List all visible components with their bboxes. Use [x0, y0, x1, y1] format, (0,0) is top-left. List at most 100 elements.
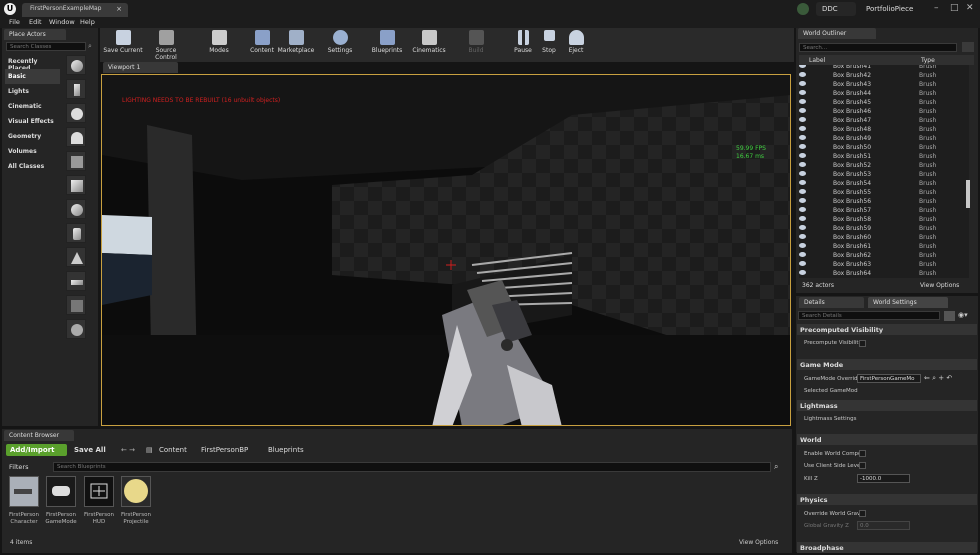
outliner-row[interactable]: Box Brush53 Brush — [799, 170, 969, 179]
actor-trigger-icon[interactable] — [66, 151, 86, 171]
outliner-row[interactable]: Box Brush64 Brush — [799, 269, 969, 278]
eye-icon[interactable] — [799, 243, 806, 248]
override-gravity-checkbox[interactable] — [859, 510, 866, 517]
blueprints-button[interactable]: Blueprints — [367, 30, 407, 60]
outliner-row[interactable]: Box Brush60 Brush — [799, 233, 969, 242]
actor-cube-icon[interactable] — [66, 175, 86, 195]
outliner-settings-icon[interactable] — [962, 42, 974, 52]
outliner-row[interactable]: Box Brush44 Brush — [799, 89, 969, 98]
minimize-icon[interactable]: – — [934, 3, 939, 13]
eye-icon[interactable] — [799, 234, 806, 239]
actor-spot-light-icon[interactable] — [66, 127, 86, 147]
tab-content-browser[interactable]: Content Browser — [4, 430, 74, 441]
search-classes-input[interactable]: Search Classes — [6, 42, 86, 51]
outliner-row[interactable]: Box Brush47 Brush — [799, 116, 969, 125]
cinematics-button[interactable]: Cinematics — [409, 30, 449, 60]
actor-point-light-icon[interactable] — [66, 103, 86, 123]
eye-icon[interactable] — [799, 252, 806, 257]
details-search-input[interactable]: Search Details — [798, 311, 940, 320]
outliner-row[interactable]: Box Brush50 Brush — [799, 143, 969, 152]
eye-visibility-icon[interactable]: ◉▾ — [958, 311, 974, 321]
settings-button[interactable]: Settings — [320, 30, 360, 60]
source-control-button[interactable]: Source Control — [146, 30, 186, 61]
col-type[interactable]: Type — [921, 57, 935, 64]
asset-character[interactable] — [9, 476, 39, 507]
gamemode-select[interactable]: FirstPersonGameMo — [857, 374, 921, 383]
section-broadphase[interactable]: Broadphase — [797, 542, 977, 553]
marketplace-button[interactable]: Marketplace — [276, 30, 316, 60]
outliner-row[interactable]: Box Brush59 Brush — [799, 224, 969, 233]
eye-icon[interactable] — [799, 153, 806, 158]
outliner-view-options[interactable]: View Options — [920, 282, 959, 289]
outliner-row[interactable]: Box Brush62 Brush — [799, 251, 969, 260]
category-visual-effects[interactable]: Visual Effects — [5, 114, 60, 129]
section-physics[interactable]: Physics — [797, 494, 977, 505]
outliner-row[interactable]: Box Brush57 Brush — [799, 206, 969, 215]
save-all-button[interactable]: Save All — [70, 444, 115, 456]
actor-box-trigger-icon[interactable] — [66, 295, 86, 315]
eye-icon[interactable] — [799, 99, 806, 104]
level-viewport[interactable]: LIGHTING NEEDS TO BE REBUILT (16 unbuilt… — [101, 74, 791, 426]
eye-icon[interactable] — [799, 65, 806, 68]
outliner-row[interactable]: Box Brush61 Brush — [799, 242, 969, 251]
eye-icon[interactable] — [799, 108, 806, 113]
eye-icon[interactable] — [799, 198, 806, 203]
enable-world-checkbox[interactable] — [859, 450, 866, 457]
eye-icon[interactable] — [799, 135, 806, 140]
path-blueprints[interactable]: Blueprints — [268, 446, 304, 454]
outliner-row[interactable]: Box Brush42 Brush — [799, 71, 969, 80]
category-basic[interactable]: Basic — [5, 69, 60, 84]
outliner-search-input[interactable]: Search... — [799, 43, 957, 52]
section-world[interactable]: World — [797, 434, 977, 445]
section-lightmass[interactable]: Lightmass — [797, 400, 977, 411]
eye-icon[interactable] — [799, 225, 806, 230]
close-tab-icon[interactable]: × — [116, 5, 122, 13]
eye-icon[interactable] — [799, 189, 806, 194]
eye-icon[interactable] — [799, 144, 806, 149]
content-search-input[interactable]: Search Blueprints — [53, 462, 771, 472]
category-volumes[interactable]: Volumes — [5, 144, 60, 159]
content-view-options[interactable]: View Options — [739, 539, 778, 546]
actor-player-start-icon[interactable] — [66, 79, 86, 99]
document-tab[interactable]: FirstPersonExampleMap × — [22, 3, 128, 17]
path-firstpersonbp[interactable]: FirstPersonBP — [201, 446, 248, 454]
col-label[interactable]: Label — [809, 57, 825, 64]
eye-icon[interactable] — [799, 216, 806, 221]
actor-plane-icon[interactable] — [66, 271, 86, 291]
category-cinematic[interactable]: Cinematic — [5, 99, 60, 114]
category-recently-placed[interactable]: Recently Placed — [5, 54, 60, 72]
eye-icon[interactable] — [799, 72, 806, 77]
build-button[interactable]: Build — [456, 30, 496, 60]
menu-file[interactable]: File — [9, 18, 20, 26]
folder-icon[interactable]: ▤ — [146, 446, 153, 454]
eye-icon[interactable] — [799, 81, 806, 86]
category-geometry[interactable]: Geometry — [5, 129, 60, 144]
outliner-row[interactable]: Box Brush49 Brush — [799, 134, 969, 143]
tab-details[interactable]: Details — [799, 297, 864, 308]
asset-projectile[interactable] — [121, 476, 151, 507]
path-content[interactable]: Content — [159, 446, 187, 454]
maximize-icon[interactable]: □ — [950, 3, 959, 13]
asset-hud[interactable] — [84, 476, 114, 507]
eye-icon[interactable] — [799, 162, 806, 167]
ddc-button[interactable]: DDC — [816, 2, 856, 16]
save-current-button[interactable]: Save Current — [103, 30, 143, 60]
outliner-row[interactable]: Box Brush54 Brush — [799, 179, 969, 188]
add-import-button[interactable]: Add/Import — [6, 444, 67, 456]
eye-icon[interactable] — [799, 261, 806, 266]
actor-sphere-icon[interactable] — [66, 199, 86, 219]
tab-place-actors[interactable]: Place Actors — [4, 29, 66, 40]
actor-sphere-reflection-icon[interactable] — [66, 55, 86, 75]
eye-icon[interactable] — [799, 117, 806, 122]
eye-icon[interactable] — [799, 180, 806, 185]
section-precomputed-visibility[interactable]: Precomputed Visibility — [797, 324, 977, 335]
outliner-row[interactable]: Box Brush55 Brush — [799, 188, 969, 197]
precompute-checkbox[interactable] — [859, 340, 866, 347]
actor-sphere-trigger-icon[interactable] — [66, 319, 86, 339]
tab-viewport[interactable]: Viewport 1 — [103, 62, 178, 73]
outliner-scrollbar[interactable] — [966, 180, 970, 208]
outliner-row[interactable]: Box Brush46 Brush — [799, 107, 969, 116]
gamemode-actions-icon[interactable]: ⇐ ⌕ + ↶ — [924, 374, 952, 383]
eye-icon[interactable] — [799, 171, 806, 176]
eye-icon[interactable] — [799, 207, 806, 212]
